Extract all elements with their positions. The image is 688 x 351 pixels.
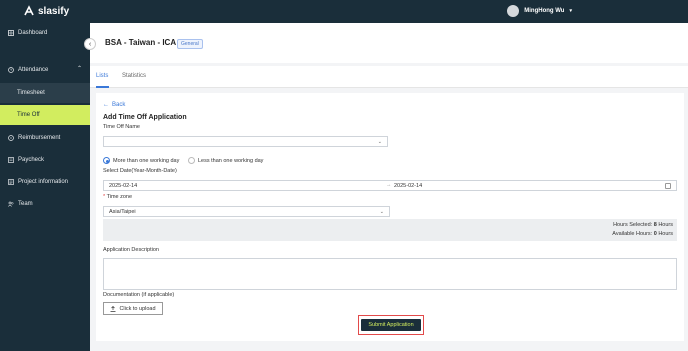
date-label: Select Date(Year-Month-Date) <box>103 168 177 174</box>
upload-button[interactable]: Click to upload <box>103 302 163 315</box>
timezone-value: Asia/Taipei <box>109 208 136 215</box>
dashboard-icon <box>8 30 14 36</box>
paycheck-icon <box>8 157 14 163</box>
form-title: Add Time Off Application <box>103 114 187 121</box>
receipt-icon <box>8 135 14 141</box>
collapse-sidebar-button[interactable]: ‹ <box>84 38 96 50</box>
upload-icon <box>110 305 116 312</box>
sidebar-item-attendance[interactable]: Attendance ⌃ <box>0 60 90 80</box>
document-icon <box>8 179 14 185</box>
time-off-name-label: Time Off Name <box>103 124 140 130</box>
hours-summary: Hours Selected: 8 Hours Available Hours:… <box>103 219 677 241</box>
date-range-picker[interactable]: 2025-02-14 → 2025-02-14 <box>103 180 677 191</box>
sidebar-item-time-off[interactable]: Time Off <box>0 105 90 125</box>
sidebar-item-label: Paycheck <box>18 157 45 163</box>
slasify-logo-icon <box>24 5 34 16</box>
hours-selected-label: Hours Selected: <box>613 222 653 228</box>
chevron-down-icon: ▾ <box>569 8 572 14</box>
chevron-up-icon: ⌃ <box>77 66 83 72</box>
timezone-label: * Time zone <box>103 194 132 200</box>
chevron-left-icon: ‹ <box>88 40 92 48</box>
submit-application-button[interactable]: Submit Application <box>361 319 421 331</box>
tab-statistics[interactable]: Statistics <box>122 73 146 79</box>
available-hours-label: Available Hours: <box>612 231 653 237</box>
sidebar-item-team[interactable]: Team <box>0 194 90 214</box>
radio-label: Less than one working day <box>198 157 264 164</box>
radio-more-than-one-day[interactable]: More than one working day <box>103 157 179 164</box>
chevron-down-icon: ⌄ <box>377 139 382 145</box>
description-label: Application Description <box>103 247 159 253</box>
end-date-input[interactable]: 2025-02-14 <box>394 183 422 189</box>
available-hours-unit: Hours <box>658 231 673 237</box>
tab-lists[interactable]: Lists <box>96 73 108 79</box>
timezone-label-text: Time zone <box>106 194 133 200</box>
logo-text: slasify <box>38 5 70 17</box>
chevron-down-icon: ⌄ <box>379 209 384 215</box>
timezone-select[interactable]: Asia/Taipei ⌄ <box>103 206 390 217</box>
sidebar-item-label: Project information <box>18 179 69 185</box>
sidebar-item-project-information[interactable]: Project information <box>0 172 90 192</box>
time-off-name-select[interactable]: ⌄ <box>103 136 388 147</box>
team-icon <box>8 201 14 207</box>
avatar[interactable] <box>507 5 520 17</box>
back-link[interactable]: ← Back <box>103 102 125 108</box>
sidebar-item-label: Time Off <box>17 112 40 118</box>
clock-icon <box>8 67 14 73</box>
arrow-right-icon: → <box>386 182 392 188</box>
available-hours-value: 0 <box>653 231 657 237</box>
form-card <box>96 93 684 341</box>
sidebar-item-label: Reimbursement <box>18 135 61 141</box>
hours-selected: Hours Selected: 8 Hours <box>613 222 673 228</box>
logo[interactable]: slasify <box>23 5 69 17</box>
arrow-left-icon: ← <box>103 102 109 108</box>
sidebar-item-label: Attendance <box>18 67 49 73</box>
sidebar-item-reimbursement[interactable]: Reimbursement <box>0 128 90 148</box>
radio-less-than-one-day[interactable]: Less than one working day <box>188 157 263 164</box>
description-textarea[interactable] <box>103 258 677 290</box>
hours-selected-value: 8 <box>653 222 657 228</box>
calendar-icon[interactable] <box>665 183 671 189</box>
tab-bar <box>90 66 688 88</box>
start-date-input[interactable]: 2025-02-14 <box>109 183 137 189</box>
page-title: BSA - Taiwan - ICA <box>105 38 177 47</box>
active-tab-indicator <box>96 86 109 88</box>
sidebar-item-dashboard[interactable]: Dashboard <box>0 23 90 43</box>
user-name: MingHong Wu <box>524 8 565 14</box>
required-mark: * <box>103 194 106 200</box>
upload-label: Click to upload <box>119 305 156 312</box>
radio-button[interactable] <box>188 157 195 164</box>
sidebar-item-paycheck[interactable]: Paycheck <box>0 150 90 170</box>
sidebar-item-timesheet[interactable]: Timesheet <box>0 83 90 103</box>
sidebar-item-label: Team <box>18 201 33 207</box>
top-bar <box>0 0 688 23</box>
user-menu[interactable]: MingHong Wu ▾ <box>507 5 572 17</box>
back-label: Back <box>112 102 126 108</box>
documentation-label: Documentation (if applicable) <box>103 292 175 298</box>
hours-selected-unit: Hours <box>658 222 673 228</box>
radio-button-checked[interactable] <box>103 157 110 164</box>
sidebar-item-label: Dashboard <box>18 30 48 36</box>
radio-label: More than one working day <box>113 157 180 164</box>
status-badge: General <box>177 39 203 49</box>
sidebar-item-label: Timesheet <box>17 90 45 96</box>
available-hours: Available Hours: 0 Hours <box>612 231 673 237</box>
